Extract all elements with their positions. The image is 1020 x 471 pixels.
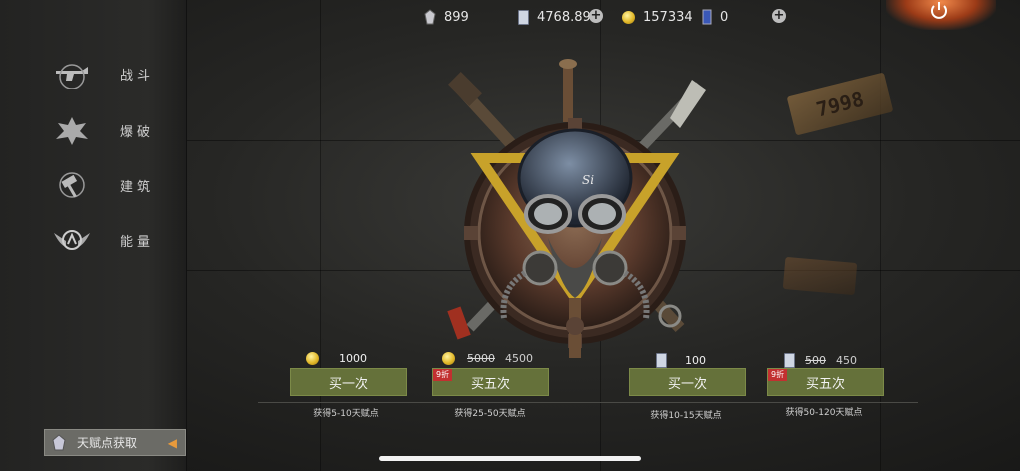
- sidebar-item-label: 建筑: [120, 179, 155, 195]
- card-icon: [518, 9, 529, 25]
- card-icon: [784, 353, 795, 368]
- gas-mask-emblem: Si: [430, 58, 720, 374]
- offer-price: 1000: [306, 352, 367, 365]
- sidebar-item-build[interactable]: 建筑: [50, 165, 170, 205]
- winged-emblem-icon: [50, 222, 94, 258]
- buy-once-card-button[interactable]: 买一次: [629, 368, 746, 396]
- home-indicator[interactable]: [379, 456, 641, 461]
- price-value: 450: [836, 354, 857, 367]
- gun-icon: [50, 56, 94, 92]
- power-icon: [931, 2, 947, 19]
- arrow-left-icon: ◀: [167, 435, 177, 450]
- buy-button-label: 买五次: [470, 376, 510, 392]
- gem-icon: [424, 9, 436, 25]
- card-icon: [656, 353, 667, 368]
- coins-value: 157334: [643, 9, 693, 25]
- cards-value: 4768.89: [537, 9, 591, 25]
- offer-price: 5000 4500: [442, 352, 533, 365]
- get-talent-points-label: 天赋点获取: [77, 436, 138, 450]
- reward-note: 获得5-10天赋点: [313, 409, 379, 419]
- power-button[interactable]: [928, 0, 950, 22]
- wall-seam: [320, 0, 321, 471]
- get-talent-points-button[interactable]: 天赋点获取 ◀: [44, 429, 186, 456]
- sidebar-item-label: 能量: [120, 234, 155, 250]
- decor-plate: [782, 256, 858, 296]
- sidebar: 战斗 爆破 建筑 能量 天赋点获取 ◀: [0, 0, 187, 471]
- add-cards-button[interactable]: +: [589, 9, 603, 23]
- offer-price: 100: [656, 353, 706, 368]
- discount-badge: 9折: [768, 369, 788, 381]
- reward-note: 获得10-15天赋点: [650, 411, 722, 421]
- buy-button-label: 买一次: [328, 376, 368, 392]
- wall-seam: [880, 0, 881, 471]
- price-value: 1000: [339, 352, 367, 365]
- add-tickets-button[interactable]: +: [772, 9, 786, 23]
- tickets-value: 0: [720, 9, 729, 25]
- helmet-mark: Si: [582, 173, 594, 187]
- reward-note: 获得25-50天赋点: [454, 409, 526, 419]
- coin-icon: [306, 352, 319, 365]
- hammer-icon: [50, 167, 94, 203]
- buy-button-label: 买五次: [805, 376, 845, 392]
- explosion-icon: [50, 112, 94, 148]
- coins-counter: 157334: [622, 8, 693, 26]
- plate-number: 7998: [813, 86, 867, 122]
- reward-note: 获得50-120天赋点: [785, 408, 863, 418]
- sidebar-item-label: 战斗: [120, 68, 155, 84]
- gems-value: 899: [444, 9, 469, 25]
- old-price-value: 500: [805, 354, 826, 367]
- offers-baseline: [258, 402, 918, 403]
- sidebar-item-combat[interactable]: 战斗: [50, 54, 170, 94]
- sidebar-item-label: 爆破: [120, 124, 155, 140]
- coin-icon: [622, 10, 635, 24]
- sidebar-item-blast[interactable]: 爆破: [50, 110, 170, 150]
- gems-counter: 899: [424, 8, 469, 26]
- price-value: 4500: [505, 352, 533, 365]
- sidebar-item-energy[interactable]: 能量: [50, 220, 170, 260]
- discount-badge: 9折: [433, 369, 453, 381]
- buy-five-coin-button[interactable]: 9折 买五次: [432, 368, 549, 396]
- tickets-counter: 0: [702, 8, 728, 26]
- cards-counter: 4768.89: [518, 8, 591, 26]
- talent-crystal-icon: [45, 433, 73, 452]
- buy-once-coin-button[interactable]: 买一次: [290, 368, 407, 396]
- coin-icon: [442, 352, 455, 365]
- offer-price: 500 450: [784, 353, 857, 368]
- ticket-icon: [702, 9, 712, 25]
- buy-five-card-button[interactable]: 9折 买五次: [767, 368, 884, 396]
- price-value: 100: [685, 354, 706, 367]
- buy-button-label: 买一次: [667, 376, 707, 392]
- old-price-value: 5000: [467, 352, 495, 365]
